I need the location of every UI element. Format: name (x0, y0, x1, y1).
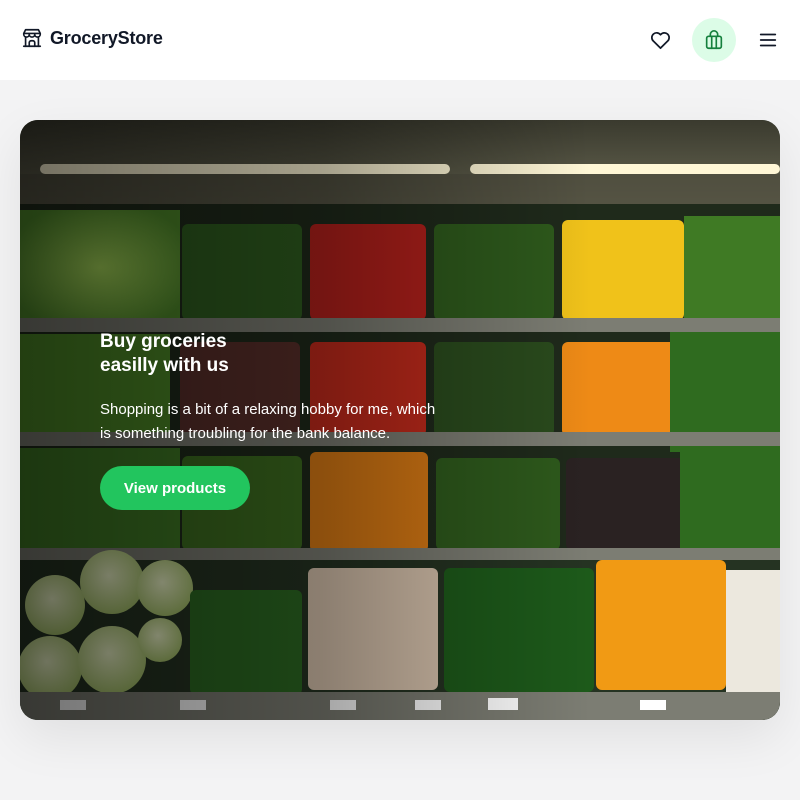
site-header: GroceryStore (0, 0, 800, 80)
store-icon (21, 27, 43, 49)
brand-name: GroceryStore (50, 27, 163, 48)
hero-description-line-2: is something troubling for the bank bala… (100, 425, 391, 442)
brand-logo-link[interactable]: GroceryStore (21, 27, 163, 49)
hero-title: Buy groceries easilly with us (100, 330, 400, 378)
hero-description-line-1: Shopping is a bit of a relaxing hobby fo… (100, 401, 436, 418)
cart-button[interactable] (692, 18, 736, 62)
hero-title-line-2: easilly with us (100, 355, 229, 376)
menu-button[interactable] (754, 26, 782, 54)
favorites-button[interactable] (644, 24, 676, 56)
hamburger-menu-icon (757, 29, 779, 51)
hero-title-line-1: Buy groceries (100, 331, 227, 352)
hero-description: Shopping is a bit of a relaxing hobby fo… (100, 398, 480, 446)
view-products-button[interactable]: View products (100, 466, 250, 510)
hero-banner: Buy groceries easilly with us Shopping i… (20, 120, 780, 720)
heart-icon (649, 29, 672, 52)
shopping-bag-icon (703, 29, 725, 51)
